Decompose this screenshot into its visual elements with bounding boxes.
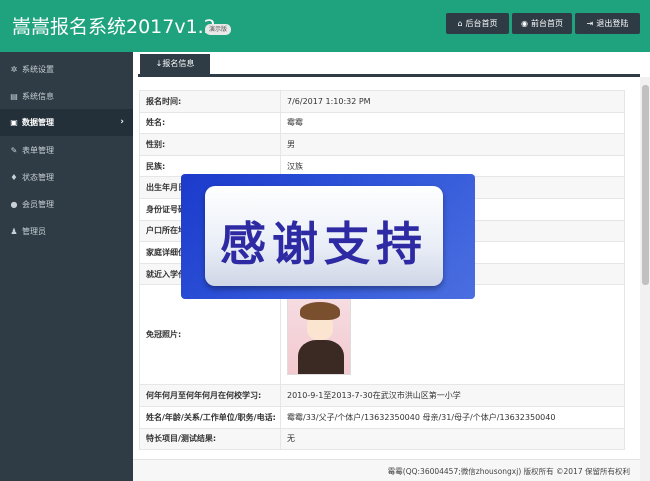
- tab-label: 报名信息: [162, 59, 195, 68]
- footer: 霉霉(QQ:36004457;微信zhousongxj) 版权所有 ©2017 …: [133, 459, 640, 481]
- image-icon: ▣: [10, 118, 18, 127]
- chevron-right-icon: ›: [120, 117, 124, 127]
- tab-underline: [138, 74, 640, 77]
- thanks-overlay-banner: 感谢支持: [181, 174, 475, 299]
- copyright-text: 霉霉(QQ:36004457;微信zhousongxj) 版权所有 ©2017 …: [387, 467, 630, 476]
- admin-home-button[interactable]: ⌂ 后台首页: [446, 13, 509, 34]
- overlay-text: 感谢支持: [220, 217, 428, 271]
- table-row: 姓名: 霉霉: [139, 111, 625, 135]
- sidebar-item-label: 表单管理: [22, 146, 54, 155]
- sidebar-item-member-management[interactable]: ● 会员管理: [0, 191, 133, 218]
- field-value: 男: [280, 133, 625, 156]
- sidebar-item-label: 数据管理: [22, 118, 54, 127]
- admin-home-label: 后台首页: [465, 19, 498, 28]
- app-title: 嵩嵩报名系统2017v1.2: [12, 16, 216, 38]
- sidebar-item-administrators[interactable]: ♟ 管理员: [0, 218, 133, 245]
- sidebar-item-status-management[interactable]: ♦ 状态管理: [0, 164, 133, 191]
- field-value: 无: [280, 427, 625, 451]
- group-icon: ♟: [10, 227, 18, 236]
- sidebar-item-label: 系统设置: [22, 65, 54, 74]
- home-icon: ⌂: [457, 19, 463, 28]
- sidebar-item-system-settings[interactable]: ✲ 系统设置: [0, 56, 133, 83]
- logout-label: 退出登陆: [596, 19, 629, 28]
- scrollbar-thumb[interactable]: [642, 85, 649, 285]
- sidebar: ✲ 系统设置 ▤ 系统信息 ▣ 数据管理 › ✎ 表单管理 ♦ 状态管理 ● 会…: [0, 52, 133, 481]
- field-label: 免冠照片:: [139, 284, 281, 386]
- gear-icon: ✲: [10, 65, 18, 74]
- lightbulb-icon: ♦: [10, 173, 18, 182]
- front-home-label: 前台首页: [530, 19, 563, 28]
- field-label: 姓名:: [139, 111, 281, 135]
- logout-icon: ⇥: [586, 19, 594, 28]
- field-value-photo: [280, 284, 625, 386]
- sidebar-item-form-management[interactable]: ✎ 表单管理: [0, 137, 133, 164]
- sidebar-item-system-info[interactable]: ▤ 系统信息: [0, 83, 133, 110]
- table-row: 报名时间: 7/6/2017 1:10:32 PM: [139, 90, 625, 113]
- field-value: 霉霉/33/父子/个体户/13632350040 母亲/31/母子/个体户/13…: [280, 405, 625, 429]
- tab-registration-info[interactable]: ↓报名信息: [140, 54, 210, 74]
- field-label: 性别:: [139, 133, 281, 156]
- table-row: 特长项目/测试结果: 无: [139, 427, 625, 451]
- sidebar-item-label: 管理员: [22, 227, 46, 236]
- chart-icon: ▤: [10, 92, 18, 101]
- field-label: 报名时间:: [139, 90, 281, 113]
- table-row: 姓名/年龄/关系/工作单位/职务/电话: 霉霉/33/父子/个体户/136323…: [139, 405, 625, 429]
- field-value: 霉霉: [280, 111, 625, 135]
- user-icon: ●: [10, 200, 18, 209]
- sidebar-item-label: 会员管理: [22, 200, 54, 209]
- top-header: 嵩嵩报名系统2017v1.2 演示版 ⌂ 后台首页 ◉ 前台首页 ⇥ 退出登陆: [0, 0, 650, 52]
- field-value: 2010-9-1至2013-7-30在武汉市洪山区第一小学: [280, 384, 625, 407]
- table-row: 何年何月至何年何月在何校学习: 2010-9-1至2013-7-30在武汉市洪山…: [139, 384, 625, 407]
- sidebar-item-label: 系统信息: [22, 92, 54, 101]
- sidebar-item-data-management[interactable]: ▣ 数据管理 ›: [0, 109, 133, 136]
- sidebar-item-label: 状态管理: [22, 173, 54, 182]
- table-row: 性别: 男: [139, 133, 625, 156]
- overlay-panel: 感谢支持: [205, 186, 443, 286]
- edit-icon: ✎: [10, 146, 18, 155]
- field-label: 特长项目/测试结果:: [139, 427, 281, 451]
- field-value: 7/6/2017 1:10:32 PM: [280, 90, 625, 113]
- eye-icon: ◉: [521, 19, 528, 28]
- field-label: 姓名/年龄/关系/工作单位/职务/电话:: [139, 405, 281, 429]
- demo-badge: 演示版: [205, 24, 232, 35]
- logout-button[interactable]: ⇥ 退出登陆: [575, 13, 640, 34]
- field-label: 何年何月至何年何月在何校学习:: [139, 384, 281, 407]
- table-row: 免冠照片:: [139, 284, 625, 386]
- applicant-photo: [287, 294, 351, 375]
- front-home-button[interactable]: ◉ 前台首页: [512, 13, 572, 34]
